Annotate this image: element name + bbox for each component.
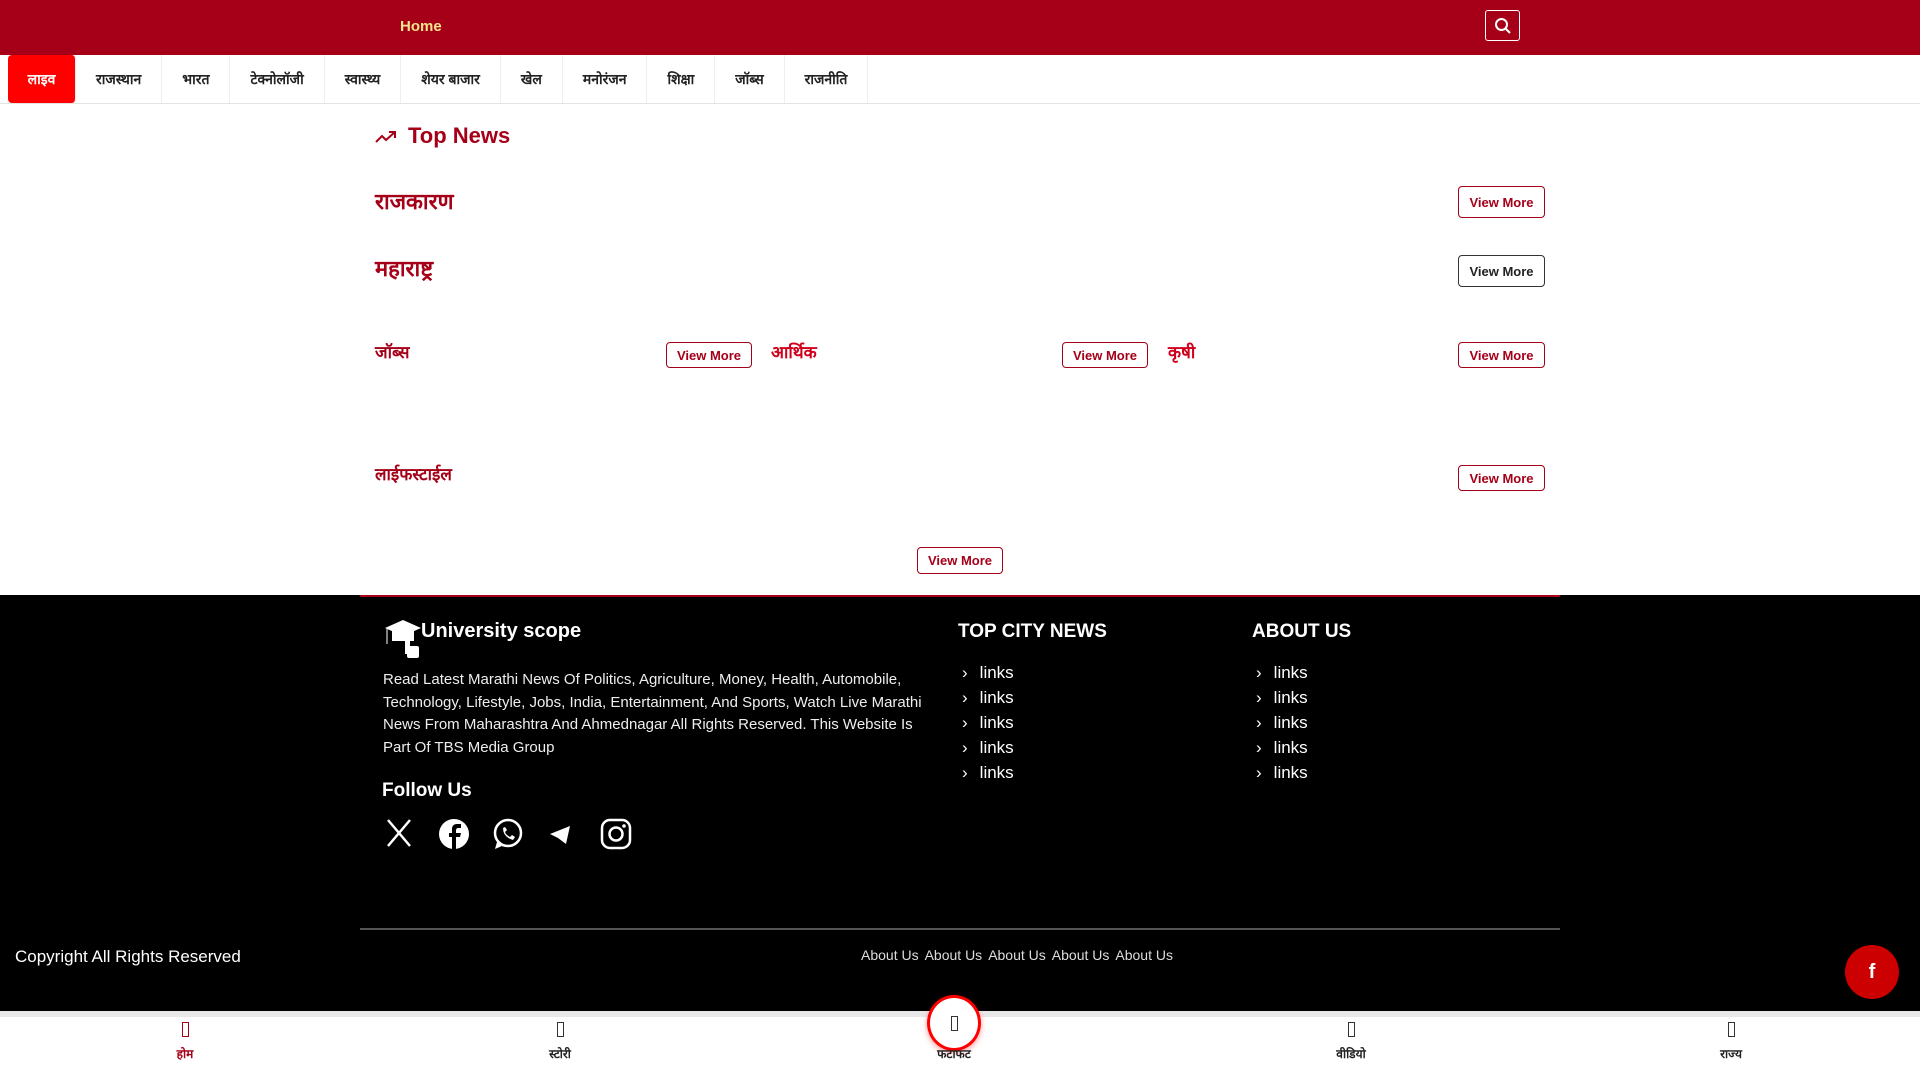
about-links-list: › links › links › links › links › links: [1256, 663, 1308, 783]
section-title[interactable]: महाराष्ट्र: [375, 253, 433, 283]
section-title[interactable]: आर्थिक: [771, 340, 817, 363]
section-title[interactable]: कृषी: [1168, 340, 1195, 363]
city-link[interactable]: › links: [962, 763, 1014, 783]
about-us-link[interactable]: About Us: [988, 947, 1046, 963]
trending-icon: [375, 131, 396, 143]
bottom-nav-story[interactable]: स्टोरी: [520, 1022, 600, 1062]
nav-item[interactable]: शिक्षा: [647, 55, 716, 103]
home-icon: [181, 1022, 189, 1037]
state-icon: [1727, 1022, 1735, 1037]
nav-item[interactable]: स्वास्थ्य: [325, 55, 402, 103]
chevron-right-icon: ›: [1256, 663, 1262, 682]
footer-bottom-divider: [360, 928, 1560, 930]
section-title[interactable]: लाईफस्टाईल: [375, 462, 452, 485]
about-link[interactable]: › links: [1256, 738, 1308, 758]
view-more-button[interactable]: View More: [1458, 342, 1545, 368]
top-city-news-heading: TOP CITY NEWS: [958, 621, 1107, 642]
view-more-button[interactable]: View More: [666, 342, 752, 368]
chevron-right-icon: ›: [1256, 713, 1262, 732]
search-icon: [1494, 17, 1511, 34]
about-link[interactable]: › links: [1256, 663, 1308, 683]
city-link[interactable]: › links: [962, 663, 1014, 683]
copyright: Copyright All Rights Reserved: [15, 947, 241, 966]
whatsapp-icon[interactable]: [492, 818, 524, 850]
about-us-link[interactable]: About Us: [925, 947, 983, 963]
chevron-right-icon: ›: [962, 663, 968, 682]
nav-item[interactable]: मनोरंजन: [563, 55, 648, 103]
x-twitter-icon[interactable]: [385, 818, 415, 848]
nav-item[interactable]: राजस्थान: [76, 55, 163, 103]
bottom-nav-video[interactable]: वीडियो: [1311, 1022, 1391, 1062]
page-title: Top News: [408, 123, 511, 148]
section-title[interactable]: जॉब्स: [375, 340, 409, 363]
bottom-nav-fatafat[interactable]: फटाफट: [914, 1022, 994, 1062]
nav-item[interactable]: शेयर बाजार: [401, 55, 501, 103]
top-header: [0, 0, 1920, 55]
story-icon: [556, 1022, 564, 1037]
about-us-link[interactable]: About Us: [1115, 947, 1173, 963]
chevron-right-icon: ›: [1256, 688, 1262, 707]
city-link[interactable]: › links: [962, 713, 1014, 733]
bottom-nav-state[interactable]: राज्य: [1691, 1022, 1771, 1062]
section-title[interactable]: राजकारण: [375, 186, 454, 216]
about-link[interactable]: › links: [1256, 688, 1308, 708]
bottom-nav-home[interactable]: होम: [145, 1022, 225, 1062]
nav-item[interactable]: टेक्नोलॉजी: [230, 55, 325, 103]
about-link[interactable]: › links: [1256, 763, 1308, 783]
bottom-links: About Us About Us About Us About Us Abou…: [861, 947, 1173, 963]
view-more-button[interactable]: View More: [1458, 186, 1545, 218]
facebook-float-button[interactable]: f: [1845, 945, 1899, 999]
chevron-right-icon: ›: [1256, 738, 1262, 757]
nav-item[interactable]: खेल: [501, 55, 563, 103]
city-links-list: › links › links › links › links › links: [962, 663, 1014, 783]
nav-item[interactable]: जॉब्स: [715, 55, 785, 103]
chevron-right-icon: ›: [962, 713, 968, 732]
view-more-all-button[interactable]: View More: [917, 547, 1003, 574]
view-more-button[interactable]: View More: [1458, 255, 1545, 287]
footer-divider: [360, 595, 1560, 597]
city-link[interactable]: › links: [962, 738, 1014, 758]
instagram-icon[interactable]: [600, 818, 632, 850]
facebook-icon: f: [1868, 960, 1876, 983]
nav-item[interactable]: भारत: [162, 55, 231, 103]
chevron-right-icon: ›: [962, 763, 968, 782]
category-nav: लाइव राजस्थान भारत टेक्नोलॉजी स्वास्थ्य …: [0, 55, 1920, 104]
view-more-button[interactable]: View More: [1062, 342, 1148, 368]
footer-description: Read Latest Marathi News Of Politics, Ag…: [383, 671, 922, 756]
about-us-heading: ABOUT US: [1252, 621, 1352, 642]
chevron-right-icon: ›: [962, 738, 968, 757]
follow-us-heading: Follow Us: [382, 780, 472, 801]
telegram-icon[interactable]: [548, 824, 572, 846]
about-us-link[interactable]: About Us: [1052, 947, 1110, 963]
city-link[interactable]: › links: [962, 688, 1014, 708]
about-us-link[interactable]: About Us: [861, 947, 919, 963]
facebook-icon[interactable]: [438, 818, 470, 850]
chevron-right-icon: ›: [962, 688, 968, 707]
nav-item[interactable]: राजनीति: [785, 55, 869, 103]
footer-brand: University scope: [421, 620, 582, 642]
nav-item-live[interactable]: लाइव: [8, 55, 76, 103]
view-more-button[interactable]: View More: [1458, 465, 1545, 491]
about-link[interactable]: › links: [1256, 713, 1308, 733]
video-icon: [1347, 1022, 1355, 1037]
chevron-right-icon: ›: [1256, 763, 1262, 782]
logo-cap-icon: [385, 620, 421, 658]
home-link[interactable]: Home: [400, 18, 442, 35]
search-button[interactable]: [1485, 10, 1520, 41]
